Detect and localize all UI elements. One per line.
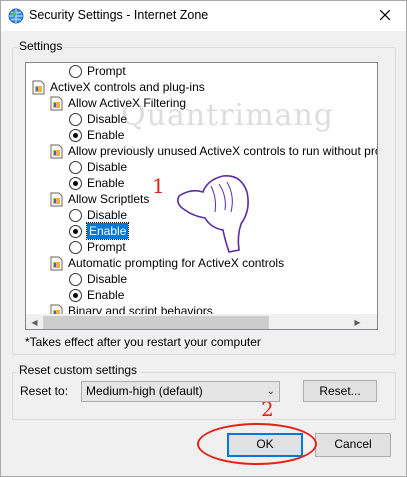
radio-label: Disable — [87, 272, 128, 286]
settings-page-icon — [50, 256, 63, 270]
tree-radio-enable[interactable]: Enable — [69, 127, 124, 143]
setting-label: Allow ActiveX Filtering — [68, 96, 187, 110]
setting-label: Allow previously unused ActiveX controls… — [68, 144, 378, 158]
reset-group-label: Reset custom settings — [17, 363, 140, 377]
radio-button[interactable] — [69, 160, 82, 174]
tree-radio-disable[interactable]: Disable — [69, 271, 127, 287]
tree-setting-unused-activex[interactable]: Allow previously unused ActiveX controls… — [50, 143, 378, 159]
radio-button[interactable] — [69, 224, 82, 238]
category-label: ActiveX controls and plug-ins — [50, 80, 205, 94]
radio-button[interactable] — [69, 288, 82, 302]
tree-radio-enable[interactable]: Enable — [69, 175, 124, 191]
radio-button[interactable] — [69, 208, 82, 222]
tree-radio-disable[interactable]: Disable — [69, 159, 127, 175]
horizontal-scrollbar[interactable]: ◀ ▶ — [26, 314, 377, 329]
security-level-dropdown[interactable]: Medium-high (default) ⌄ — [81, 381, 280, 402]
radio-label: Disable — [87, 160, 128, 174]
radio-label: Enable — [87, 288, 125, 302]
tree-setting-auto-prompt-activex[interactable]: Automatic prompting for ActiveX controls — [50, 255, 284, 271]
dropdown-selected-value: Medium-high (default) — [86, 384, 203, 398]
tree-category-activex[interactable]: ActiveX controls and plug-ins — [32, 79, 205, 95]
security-settings-dialog: Security Settings - Internet Zone Settin… — [0, 0, 407, 477]
reset-button[interactable]: Reset... — [303, 380, 377, 402]
radio-label: Enable — [87, 176, 125, 190]
step-1-marker: 1 — [152, 174, 165, 198]
radio-button[interactable] — [69, 176, 82, 190]
setting-label: Automatic prompting for ActiveX controls — [68, 256, 285, 270]
scroll-right-arrow-icon[interactable]: ▶ — [349, 314, 366, 329]
ok-highlight-ellipse — [197, 423, 317, 465]
globe-icon — [8, 8, 24, 24]
radio-label: Prompt — [87, 64, 126, 78]
setting-label: Allow Scriptlets — [68, 192, 150, 206]
tree-radio-prompt[interactable]: Prompt — [69, 239, 126, 255]
restart-note: *Takes effect after you restart your com… — [25, 335, 261, 349]
tree-setting-activex-filtering[interactable]: Allow ActiveX Filtering — [50, 95, 186, 111]
cancel-button[interactable]: Cancel — [315, 433, 391, 457]
radio-button[interactable] — [69, 64, 82, 78]
settings-page-icon — [50, 192, 63, 206]
settings-page-icon — [50, 144, 63, 158]
window-title: Security Settings - Internet Zone — [29, 8, 209, 22]
close-button[interactable] — [370, 1, 400, 29]
close-icon — [380, 10, 390, 20]
tree-setting-allow-scriptlets[interactable]: Allow Scriptlets — [50, 191, 149, 207]
title-bar: Security Settings - Internet Zone — [1, 1, 406, 31]
tree-radio-disable[interactable]: Disable — [69, 111, 127, 127]
chevron-down-icon: ⌄ — [266, 386, 275, 397]
radio-label: Disable — [87, 112, 128, 126]
tree-radio-disable[interactable]: Disable — [69, 207, 127, 223]
tree-radio-prompt[interactable]: Prompt — [69, 63, 126, 79]
radio-label: Enable — [85, 222, 130, 240]
radio-button[interactable] — [69, 128, 82, 142]
radio-label: Disable — [87, 208, 128, 222]
radio-label: Prompt — [87, 240, 126, 254]
radio-button[interactable] — [69, 240, 82, 254]
settings-group-label: Settings — [17, 39, 65, 53]
radio-button[interactable] — [69, 112, 82, 126]
tree-radio-enable[interactable]: Enable — [69, 287, 124, 303]
horizontal-scroll-thumb[interactable] — [43, 316, 269, 329]
reset-to-label: Reset to: — [20, 384, 69, 398]
settings-page-icon — [32, 80, 45, 94]
scroll-left-arrow-icon[interactable]: ◀ — [26, 314, 43, 329]
tree-radio-enable-selected[interactable]: Enable — [69, 222, 130, 240]
settings-page-icon — [50, 96, 63, 110]
pointing-hand-icon — [177, 175, 249, 253]
radio-button[interactable] — [69, 272, 82, 286]
radio-label: Enable — [87, 128, 125, 142]
